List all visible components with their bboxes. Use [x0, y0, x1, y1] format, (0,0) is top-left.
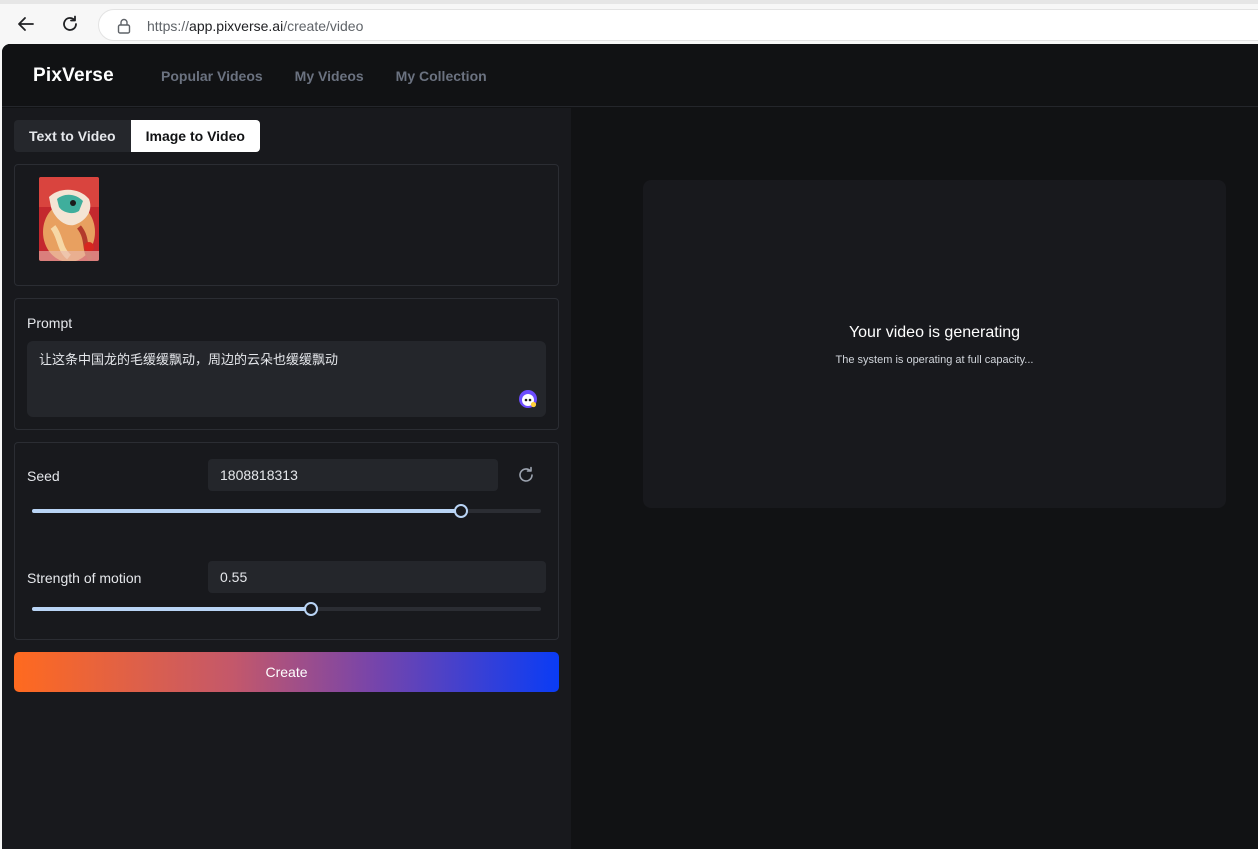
settings-card: Seed 1808818313 Strength of motion 0.55: [14, 442, 559, 640]
lock-icon: [117, 18, 131, 34]
motion-slider-fill: [32, 607, 311, 611]
seed-label: Seed: [27, 468, 60, 484]
create-panel: Text to Video Image to Video Prompt 让这条中…: [2, 108, 571, 849]
reload-button[interactable]: [56, 10, 84, 38]
create-button[interactable]: Create: [14, 652, 559, 692]
browser-toolbar: https://app.pixverse.ai/create/video: [0, 0, 1258, 44]
generation-status-card: Your video is generating The system is o…: [643, 180, 1226, 508]
tab-image-to-video[interactable]: Image to Video: [130, 120, 260, 152]
generating-subtitle: The system is operating at full capacity…: [835, 354, 1034, 366]
nav-popular-videos[interactable]: Popular Videos: [161, 68, 263, 84]
motion-slider-handle[interactable]: [303, 602, 318, 616]
app-header: PixVerse Popular Videos My Videos My Col…: [2, 44, 1258, 107]
seed-input[interactable]: 1808818313: [208, 459, 498, 491]
seed-slider[interactable]: [32, 504, 541, 518]
nav-my-collection[interactable]: My Collection: [396, 68, 487, 84]
prompt-textarea[interactable]: 让这条中国龙的毛缓缓飘动，周边的云朵也缓缓飘动: [27, 341, 546, 417]
app-window: PixVerse Popular Videos My Videos My Col…: [2, 44, 1258, 849]
tab-strip: [0, 0, 1258, 4]
url-prefix: https://: [147, 18, 190, 34]
generating-title: Your video is generating: [848, 324, 1021, 341]
address-bar[interactable]: https://app.pixverse.ai/create/video: [98, 9, 1258, 41]
seed-value: 1808818313: [220, 467, 298, 483]
url-text: https://app.pixverse.ai/create/video: [147, 18, 363, 34]
logo[interactable]: PixVerse: [33, 65, 114, 87]
prompt-text: 让这条中国龙的毛缓缓飘动，周边的云朵也缓缓飘动: [39, 353, 339, 368]
seed-slider-fill: [32, 509, 462, 513]
uploaded-image-thumbnail[interactable]: [39, 177, 99, 261]
nav-my-videos[interactable]: My Videos: [295, 68, 364, 84]
top-nav: Popular Videos My Videos My Collection: [161, 68, 487, 84]
reload-icon: [63, 15, 77, 31]
prompt-card: Prompt 让这条中国龙的毛缓缓飘动，周边的云朵也缓缓飘动: [14, 298, 559, 430]
seed-slider-handle[interactable]: [454, 504, 469, 518]
mode-tabs: Text to Video Image to Video: [14, 120, 260, 152]
back-button[interactable]: [12, 10, 40, 38]
tab-text-to-video[interactable]: Text to Video: [14, 120, 131, 152]
image-upload-card[interactable]: [14, 164, 559, 286]
motion-input[interactable]: 0.55: [208, 561, 546, 593]
refresh-icon[interactable]: [516, 465, 536, 485]
url-host: app.pixverse.ai: [189, 18, 284, 34]
dragon-image: [39, 177, 99, 261]
prompt-label: Prompt: [27, 315, 73, 331]
url-path: /create/video: [283, 18, 364, 34]
motion-label: Strength of motion: [27, 570, 142, 586]
arrow-left-icon: [18, 17, 34, 31]
motion-slider[interactable]: [32, 602, 541, 616]
prompt-assistant-icon[interactable]: [518, 389, 538, 409]
motion-value: 0.55: [220, 569, 248, 585]
preview-panel: Your video is generating The system is o…: [571, 108, 1258, 849]
